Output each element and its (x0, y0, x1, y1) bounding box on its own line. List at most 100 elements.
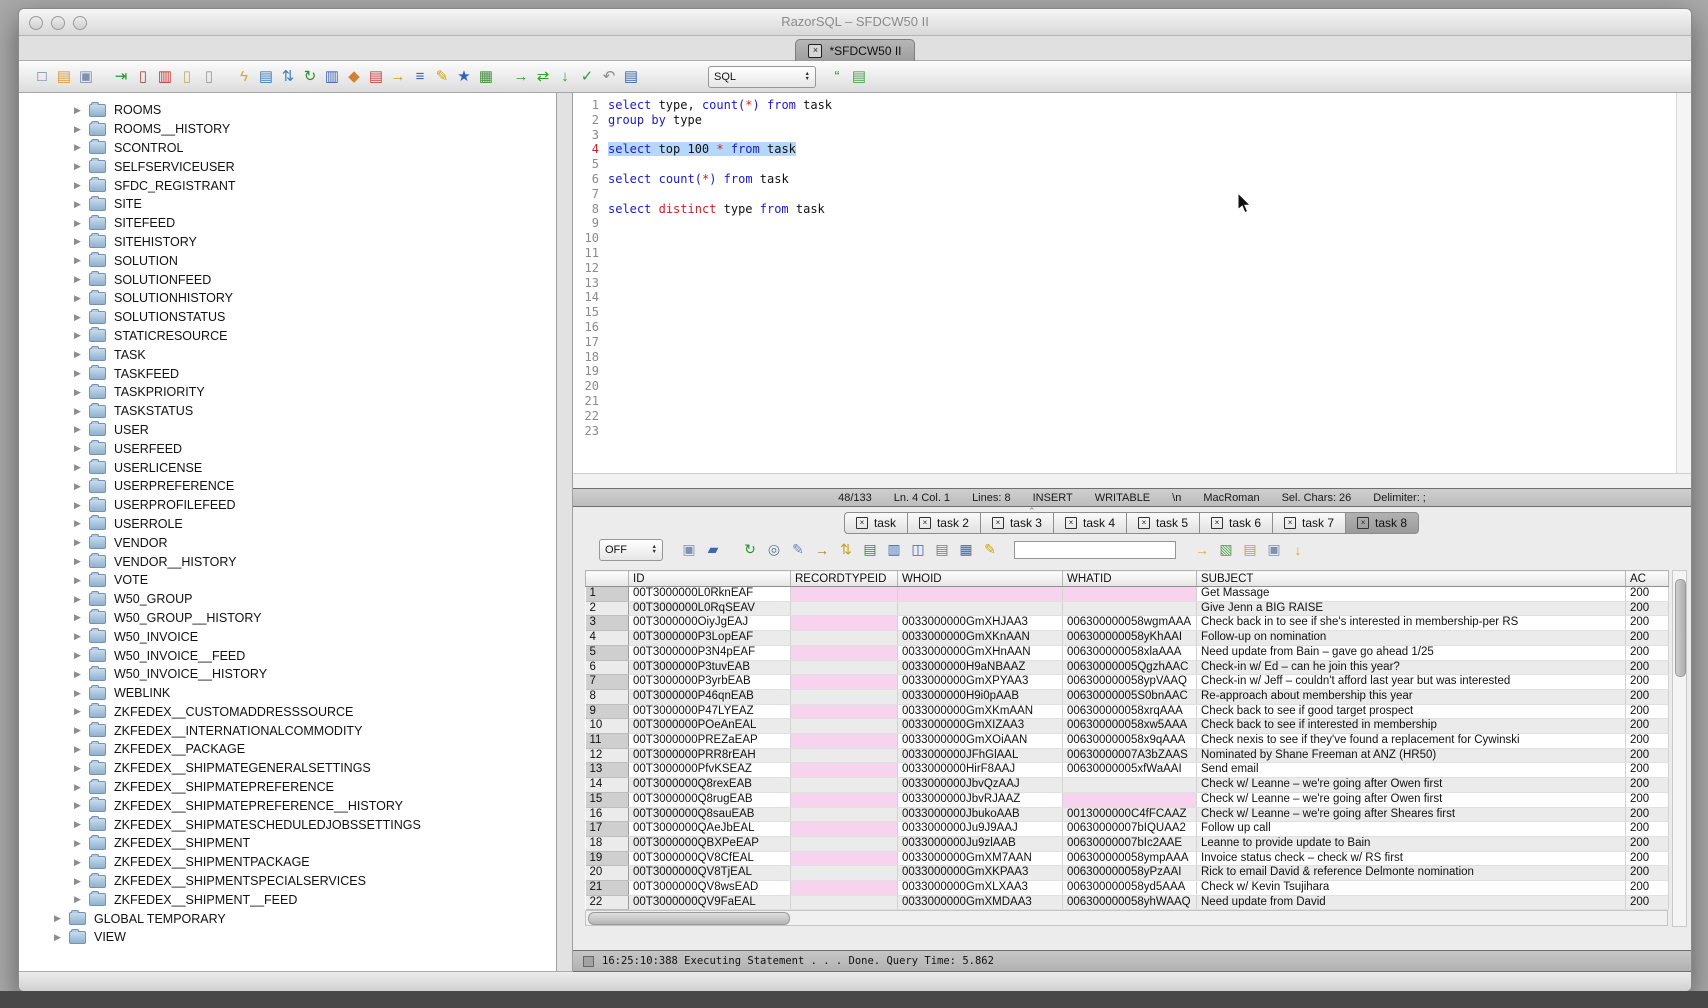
tree-item[interactable]: ▶SELFSERVICEUSER (19, 157, 556, 176)
cell-id[interactable]: 00T3000000L0RqSEAV (629, 601, 791, 616)
document-tab-sfdcw50[interactable]: × *SFDCW50 II (795, 39, 914, 61)
format-sql-icon[interactable]: “ (826, 67, 848, 87)
commit-icon[interactable]: ✓ (576, 67, 598, 87)
disconnect-database-icon[interactable]: ▯ (132, 67, 154, 87)
cell-subject[interactable]: Check w/ Leanne – we're going after Shea… (1197, 807, 1626, 822)
tree-item[interactable]: ▶ZKFEDEX__CUSTOMADDRESSSOURCE (19, 703, 556, 722)
row-number-cell[interactable]: 1 (586, 587, 629, 602)
tree-item[interactable]: ▶SITE (19, 195, 556, 214)
cell-recordtypeid[interactable] (791, 734, 898, 749)
cell-ac[interactable]: 200 (1626, 675, 1669, 690)
disclosure-triangle-icon[interactable]: ▶ (74, 894, 89, 905)
sql-editor[interactable]: 1234567891011121314151617181920212223 se… (573, 93, 1691, 473)
find-next-icon[interactable]: → (1190, 542, 1214, 558)
tree-item[interactable]: ▶ZKFEDEX__SHIPMATESCHEDULEDJOBSSETTINGS (19, 815, 556, 834)
cell-whoid[interactable]: 0033000000GmXKmAAN (898, 704, 1063, 719)
cell-subject[interactable]: Need update from David (1197, 895, 1626, 910)
tree-item[interactable]: ▶TASKFEED (19, 364, 556, 383)
disclosure-triangle-icon[interactable]: ▶ (74, 161, 89, 172)
cell-id[interactable]: 00T3000000QV9FaEAL (629, 895, 791, 910)
disclosure-triangle-icon[interactable]: ▶ (74, 782, 89, 793)
database-browser-panel[interactable]: ▶ROOMS▶ROOMS__HISTORY▶SCONTROL▶SELFSERVI… (19, 93, 557, 971)
row-limit-select[interactable]: OFF ▲▼ (599, 539, 663, 561)
cell-ac[interactable]: 200 (1626, 866, 1669, 881)
cell-ac[interactable]: 200 (1626, 881, 1669, 896)
disclosure-triangle-icon[interactable]: ▶ (74, 876, 89, 887)
cell-subject[interactable]: Check w/ Leanne – we're going after Owen… (1197, 792, 1626, 807)
open-file-icon[interactable]: ▤ (53, 67, 75, 87)
cell-id[interactable]: 00T3000000PfvKSEAZ (629, 763, 791, 778)
tab-close-icon[interactable]: × (1284, 517, 1296, 529)
row-number-cell[interactable]: 14 (586, 778, 629, 793)
tree-item[interactable]: ▶ZKFEDEX__PACKAGE (19, 740, 556, 759)
zoom-window-button[interactable] (73, 16, 87, 30)
tree-item[interactable]: ▶USERFEED (19, 439, 556, 458)
cell-id[interactable]: 00T3000000P3N4pEAF (629, 645, 791, 660)
row-number-cell[interactable]: 20 (586, 866, 629, 881)
highlight-results-icon[interactable]: ✎ (978, 541, 1002, 558)
cell-subject[interactable]: Check w/ Kevin Tsujihara (1197, 881, 1626, 896)
cell-whatid[interactable]: 006300000058x9qAAA (1063, 734, 1197, 749)
cell-whatid[interactable]: 006300000058xrqAAA (1063, 704, 1197, 719)
tree-item[interactable]: ▶W50_INVOICE__FEED (19, 646, 556, 665)
tree-item[interactable]: ▶TASKPRIORITY (19, 383, 556, 402)
cell-subject[interactable]: Nominated by Shane Freeman at ANZ (HR50) (1197, 748, 1626, 763)
cell-whatid[interactable]: 00630000005xfWaAAI (1063, 763, 1197, 778)
tree-item[interactable]: ▶SOLUTIONSTATUS (19, 308, 556, 327)
disclosure-triangle-icon[interactable]: ▶ (74, 631, 89, 642)
disclosure-triangle-icon[interactable]: ▶ (74, 406, 89, 417)
disclosure-triangle-icon[interactable]: ▶ (74, 368, 89, 379)
cell-ac[interactable]: 200 (1626, 616, 1669, 631)
cell-subject[interactable]: Follow-up on nomination (1197, 631, 1626, 646)
cell-ac[interactable]: 200 (1626, 778, 1669, 793)
cell-ac[interactable]: 200 (1626, 895, 1669, 910)
cell-whoid[interactable]: 0033000000GmXHnAAN (898, 645, 1063, 660)
disclosure-triangle-icon[interactable]: ▶ (74, 349, 89, 360)
tree-item[interactable]: ▶SITEFEED (19, 214, 556, 233)
close-window-button[interactable] (29, 16, 43, 30)
cell-whatid[interactable]: 006300000058ypVAAQ (1063, 675, 1197, 690)
editor-horizontal-scrollbar[interactable] (573, 473, 1691, 489)
disclosure-triangle-icon[interactable]: ▶ (74, 518, 89, 529)
tree-item[interactable]: ▶W50_INVOICE__HISTORY (19, 665, 556, 684)
cell-whoid[interactable]: 0033000000JbukoAAB (898, 807, 1063, 822)
cell-recordtypeid[interactable] (791, 689, 898, 704)
row-number-cell[interactable]: 15 (586, 792, 629, 807)
cell-whoid[interactable]: 0033000000H9aNBAAZ (898, 660, 1063, 675)
rollback-icon[interactable]: ↶ (598, 67, 620, 87)
refresh-icon[interactable]: ↻ (299, 67, 321, 87)
result-tab-task-6[interactable]: ×task 6 (1199, 512, 1273, 534)
tab-close-icon[interactable]: × (1065, 517, 1077, 529)
tree-item[interactable]: ▶USERROLE (19, 515, 556, 534)
cell-whoid[interactable]: 0033000000GmXOiAAN (898, 734, 1063, 749)
cell-whatid[interactable]: 00630000005QgzhAAC (1063, 660, 1197, 675)
row-number-cell[interactable]: 8 (586, 689, 629, 704)
tree-item[interactable]: ▶ZKFEDEX__SHIPMATEPREFERENCE__HISTORY (19, 796, 556, 815)
cell-ac[interactable]: 200 (1626, 763, 1669, 778)
result-tab-task[interactable]: ×task (844, 512, 908, 534)
cell-whoid[interactable]: 0033000000GmXHJAA3 (898, 616, 1063, 631)
cell-recordtypeid[interactable] (791, 851, 898, 866)
add-connection-icon[interactable]: ▯ (176, 67, 198, 87)
cell-recordtypeid[interactable] (791, 601, 898, 616)
cell-ac[interactable]: 200 (1626, 807, 1669, 822)
disclosure-triangle-icon[interactable]: ▶ (74, 500, 89, 511)
cell-whoid[interactable]: 0033000000GmXPYAA3 (898, 675, 1063, 690)
tree-item[interactable]: ▶ZKFEDEX__SHIPMATEPREFERENCE (19, 778, 556, 797)
tree-item[interactable]: ▶ZKFEDEX__INTERNATIONALCOMMODITY (19, 721, 556, 740)
tree-item[interactable]: ▶ZKFEDEX__SHIPMENT (19, 834, 556, 853)
tree-item[interactable]: ▶ZKFEDEX__SHIPMENT__FEED (19, 890, 556, 909)
sql-code-area[interactable]: select type, count(*) from taskgroup by … (608, 93, 1691, 473)
cell-whoid[interactable]: 0033000000H9i0pAAB (898, 689, 1063, 704)
row-number-cell[interactable]: 11 (586, 734, 629, 749)
export-results-icon[interactable]: ▤ (858, 541, 882, 558)
disclosure-triangle-icon[interactable]: ▶ (74, 424, 89, 435)
save-file-icon[interactable]: ▣ (75, 67, 97, 87)
cell-whoid[interactable]: 0033000000GmXM7AAN (898, 851, 1063, 866)
editor-vertical-scrollbar[interactable] (1676, 93, 1691, 473)
documentation-icon[interactable]: ◆ (343, 67, 365, 87)
fetch-more-icon[interactable]: ↓ (1286, 542, 1310, 558)
cell-whoid[interactable]: 0033000000Ju9zlAAB (898, 836, 1063, 851)
row-number-cell[interactable]: 5 (586, 645, 629, 660)
disclosure-triangle-icon[interactable]: ▶ (74, 744, 89, 755)
